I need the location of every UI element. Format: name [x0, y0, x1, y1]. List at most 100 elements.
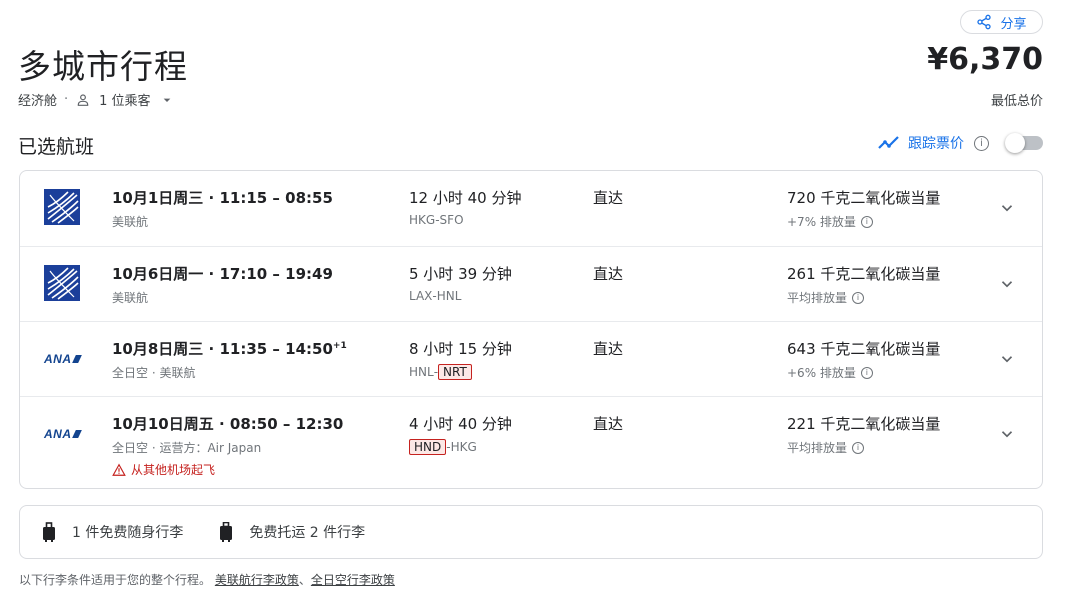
- flight-duration: 8 小时 15 分钟: [409, 340, 512, 358]
- meta-separator: ·: [64, 92, 69, 107]
- stops: 直达: [593, 189, 624, 207]
- emissions-value: 720 千克二氧化碳当量: [787, 189, 941, 207]
- united-logo: [44, 189, 80, 225]
- info-icon[interactable]: i: [852, 441, 865, 454]
- trip-meta: 经济舱 · 1 位乘客: [18, 90, 175, 109]
- emissions-block: 720 千克二氧化碳当量 +7% 排放量 i: [787, 187, 940, 230]
- chevron-down-icon[interactable]: [998, 350, 1016, 368]
- flight-times: 10月8日周三 · 11:35 – 14:50+1 全日空 · 美联航: [112, 338, 347, 381]
- carry-on-label: 1 件免费随身行李: [72, 525, 184, 541]
- flight-times: 10月10日周五 · 08:50 – 12:30 全日空 · 运营方：Air Ja…: [112, 413, 343, 478]
- airline-name: 全日空 · 运营方：Air Japan: [112, 441, 262, 455]
- person-icon: [77, 93, 89, 106]
- flight-duration: 4 小时 40 分钟: [409, 415, 512, 433]
- footer-text: 以下行李条件适用于您的整个行程。: [19, 573, 212, 587]
- ana-logo-text: ANA: [44, 427, 72, 441]
- ana-logo: ANA: [44, 352, 82, 366]
- origin-airport: HND: [409, 439, 447, 455]
- checked-bag-icon: [220, 522, 233, 542]
- flight-duration-block: 12 小时 40 分钟 HKG - SFO: [409, 187, 521, 227]
- info-icon[interactable]: i: [860, 215, 873, 228]
- warning-text: 从其他机场起飞: [131, 463, 216, 477]
- flight-row[interactable]: ANA 10月10日周五 · 08:50 – 12:30 全日空 · 运营方：Air…: [20, 396, 1042, 477]
- trend-icon: [878, 136, 899, 149]
- flight-datetime: 10月10日周五 · 08:50 – 12:30: [112, 415, 344, 433]
- united-baggage-policy-link[interactable]: 美联航行李政策: [215, 573, 299, 587]
- ana-logo-text: ANA: [44, 352, 72, 366]
- cabin-class: 经济舱: [18, 94, 58, 109]
- chevron-down-icon[interactable]: [998, 275, 1016, 293]
- flight-times: 10月6日周一 · 17:10 – 19:49 美联航: [112, 263, 333, 306]
- track-prices[interactable]: 跟踪票价 i: [878, 133, 1043, 153]
- emissions-value: 221 千克二氧化碳当量: [787, 415, 941, 433]
- share-label: 分享: [1000, 16, 1027, 32]
- airport-change-warning: 从其他机场起飞: [112, 461, 343, 478]
- share-button[interactable]: 分享: [960, 10, 1043, 34]
- checked-bag-label: 免费托运 2 件行李: [249, 525, 366, 541]
- carry-on-bag-icon: [43, 522, 55, 542]
- flight-row[interactable]: ANA 10月8日周三 · 11:35 – 14:50+1 全日空 · 美联航 8 小…: [20, 321, 1042, 396]
- destination-airport: HKG: [450, 440, 477, 454]
- stops: 直达: [593, 340, 624, 358]
- flight-datetime: 10月8日周三 · 11:35 – 14:50: [112, 340, 333, 358]
- info-icon[interactable]: i: [860, 366, 873, 379]
- airline-name: 美联航: [112, 291, 149, 305]
- emissions-comparison: +6% 排放量: [787, 366, 856, 380]
- origin-airport: LAX: [409, 289, 433, 303]
- info-icon[interactable]: i: [974, 135, 989, 151]
- ana-logo-mark: [71, 430, 82, 438]
- chevron-down-icon[interactable]: [998, 199, 1016, 217]
- track-prices-toggle[interactable]: [1005, 133, 1043, 153]
- footer-separator: 、: [298, 573, 311, 587]
- flight-row[interactable]: 10月1日周三 · 11:15 – 08:55 美联航 12 小时 40 分钟 HKG…: [20, 171, 1042, 246]
- emissions-comparison: 平均排放量: [787, 441, 848, 455]
- emissions-block: 643 千克二氧化碳当量 +6% 排放量 i: [787, 338, 940, 381]
- ana-logo: ANA: [44, 427, 82, 441]
- stops: 直达: [593, 265, 624, 283]
- united-logo: [44, 265, 80, 301]
- flight-duration-block: 8 小时 15 分钟 HNL - NRT: [409, 338, 512, 380]
- emissions-block: 221 千克二氧化碳当量平均排放量 i: [787, 413, 940, 456]
- flight-duration: 12 小时 40 分钟: [409, 189, 522, 207]
- airline-name: 全日空 · 美联航: [112, 366, 196, 380]
- airline-name: 美联航: [112, 215, 149, 229]
- flight-route: LAX - HNL: [409, 289, 512, 303]
- stops: 直达: [593, 415, 624, 433]
- next-day-indicator: +1: [332, 341, 347, 351]
- flight-duration: 5 小时 39 分钟: [409, 265, 512, 283]
- price-label: 最低总价: [990, 94, 1043, 109]
- emissions-comparison: 平均排放量: [787, 291, 848, 305]
- page-title: 多城市行程: [18, 47, 188, 86]
- section-title: 已选航班: [18, 136, 95, 158]
- emissions-comparison: +7% 排放量: [787, 215, 856, 229]
- destination-airport: SFO: [439, 213, 464, 227]
- passenger-selector[interactable]: 1 位乘客: [75, 90, 174, 109]
- destination-airport: HNL: [436, 289, 462, 303]
- emissions-block: 261 千克二氧化碳当量平均排放量 i: [787, 263, 940, 306]
- flight-duration-block: 4 小时 40 分钟 HND - HKG: [409, 413, 512, 455]
- emissions-value: 643 千克二氧化碳当量: [787, 340, 941, 358]
- baggage-summary: 1 件免费随身行李 免费托运 2 件行李: [19, 505, 1043, 559]
- destination-airport: NRT: [438, 364, 472, 380]
- flight-datetime: 10月1日周三 · 11:15 – 08:55: [112, 189, 333, 207]
- flight-route: HND - HKG: [409, 439, 512, 455]
- selected-flights-list: 10月1日周三 · 11:15 – 08:55 美联航 12 小时 40 分钟 HKG…: [19, 170, 1043, 489]
- info-icon[interactable]: i: [852, 291, 865, 304]
- flight-times: 10月1日周三 · 11:15 – 08:55 美联航: [112, 187, 333, 230]
- origin-airport: HKG: [409, 213, 436, 227]
- baggage-footer: 以下行李条件适用于您的整个行程。 美联航行李政策、全日空行李政策: [19, 571, 395, 588]
- warning-icon: [112, 463, 126, 476]
- ana-logo-mark: [71, 355, 82, 363]
- flight-datetime: 10月6日周一 · 17:10 – 19:49: [112, 265, 333, 283]
- chevron-down-icon[interactable]: [998, 425, 1016, 443]
- emissions-value: 261 千克二氧化碳当量: [787, 265, 941, 283]
- ana-baggage-policy-link[interactable]: 全日空行李政策: [311, 573, 395, 587]
- flight-duration-block: 5 小时 39 分钟 LAX - HNL: [409, 263, 512, 303]
- track-prices-label: 跟踪票价: [908, 136, 964, 152]
- flight-row[interactable]: 10月6日周一 · 17:10 – 19:49 美联航 5 小时 39 分钟 LAX -…: [20, 246, 1042, 321]
- total-price: ¥6,370: [927, 42, 1043, 77]
- flight-route: HNL - NRT: [409, 364, 512, 380]
- share-icon: [977, 14, 992, 30]
- chevron-down-icon: [163, 98, 170, 102]
- flight-route: HKG - SFO: [409, 213, 521, 227]
